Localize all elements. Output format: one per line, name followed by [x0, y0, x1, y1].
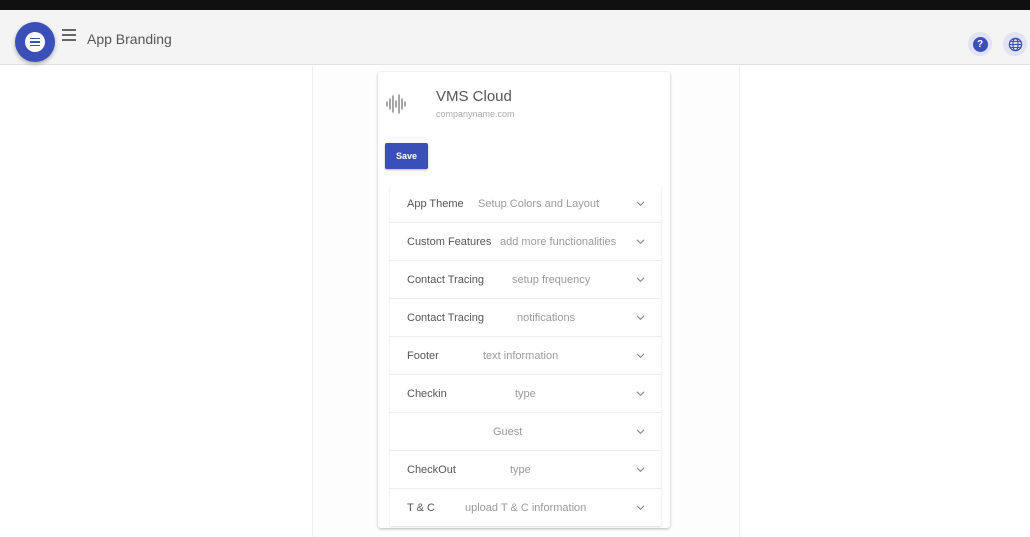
globe-icon — [1008, 37, 1022, 51]
chevron-down-icon — [636, 429, 645, 435]
chevron-down-icon — [636, 315, 645, 321]
section-title: Footer — [407, 350, 439, 362]
section-contact-tracing-frequency[interactable]: Contact Tracing setup frequency — [390, 261, 661, 299]
app-bar: App Branding ? — [0, 10, 1030, 65]
help-button[interactable]: ? — [968, 32, 992, 56]
page-title: App Branding — [87, 31, 172, 47]
chevron-down-icon — [636, 277, 645, 283]
section-description: add more functionalities — [500, 236, 617, 248]
brand-name: VMS Cloud — [436, 88, 512, 105]
section-footer[interactable]: Footer text information — [390, 337, 661, 375]
save-button[interactable]: Save — [385, 143, 428, 169]
settings-accordion: App Theme Setup Colors and Layout Custom… — [390, 185, 661, 526]
section-checkin-type[interactable]: Checkin type — [390, 375, 661, 413]
section-contact-tracing-notifications[interactable]: Contact Tracing notifications — [390, 299, 661, 337]
section-title: Custom Features — [407, 236, 492, 248]
section-description: setup frequency — [512, 274, 591, 286]
section-title: CheckOut — [407, 464, 456, 476]
hamburger-menu-icon[interactable] — [62, 29, 76, 41]
section-checkin-guest[interactable]: Guest — [390, 413, 661, 451]
branding-card: VMS Cloud companyname.com Save App Theme… — [378, 72, 670, 528]
chevron-down-icon — [636, 201, 645, 207]
chat-bubble-icon — [25, 32, 45, 52]
section-title: Checkin — [407, 388, 447, 400]
chevron-down-icon — [636, 353, 645, 359]
section-app-theme[interactable]: App Theme Setup Colors and Layout — [390, 185, 661, 223]
language-button[interactable] — [1003, 32, 1027, 56]
chevron-down-icon — [636, 239, 645, 245]
section-title: Contact Tracing — [407, 274, 485, 286]
chevron-down-icon — [636, 467, 645, 473]
section-checkout-type[interactable]: CheckOut type — [390, 451, 661, 489]
section-description: Guest — [493, 426, 523, 438]
top-strip — [0, 0, 1030, 10]
chevron-down-icon — [636, 391, 645, 397]
section-title: T & C — [407, 502, 435, 514]
section-description: type — [515, 388, 536, 400]
help-icon: ? — [972, 36, 988, 52]
section-description: type — [510, 464, 531, 476]
brand-url: companyname.com — [436, 109, 515, 119]
sound-wave-logo — [386, 94, 406, 114]
section-custom-features[interactable]: Custom Features add more functionalities — [390, 223, 661, 261]
section-description: upload T & C information — [465, 502, 587, 514]
chevron-down-icon — [636, 505, 645, 511]
section-title: Contact Tracing — [407, 312, 485, 324]
section-terms-and-conditions[interactable]: T & C upload T & C information — [390, 489, 661, 526]
section-title: App Theme — [407, 198, 464, 210]
chat-fab-button[interactable] — [15, 22, 55, 62]
section-description: Setup Colors and Layout — [478, 198, 600, 210]
section-description: notifications — [517, 312, 576, 324]
section-description: text information — [483, 350, 559, 362]
